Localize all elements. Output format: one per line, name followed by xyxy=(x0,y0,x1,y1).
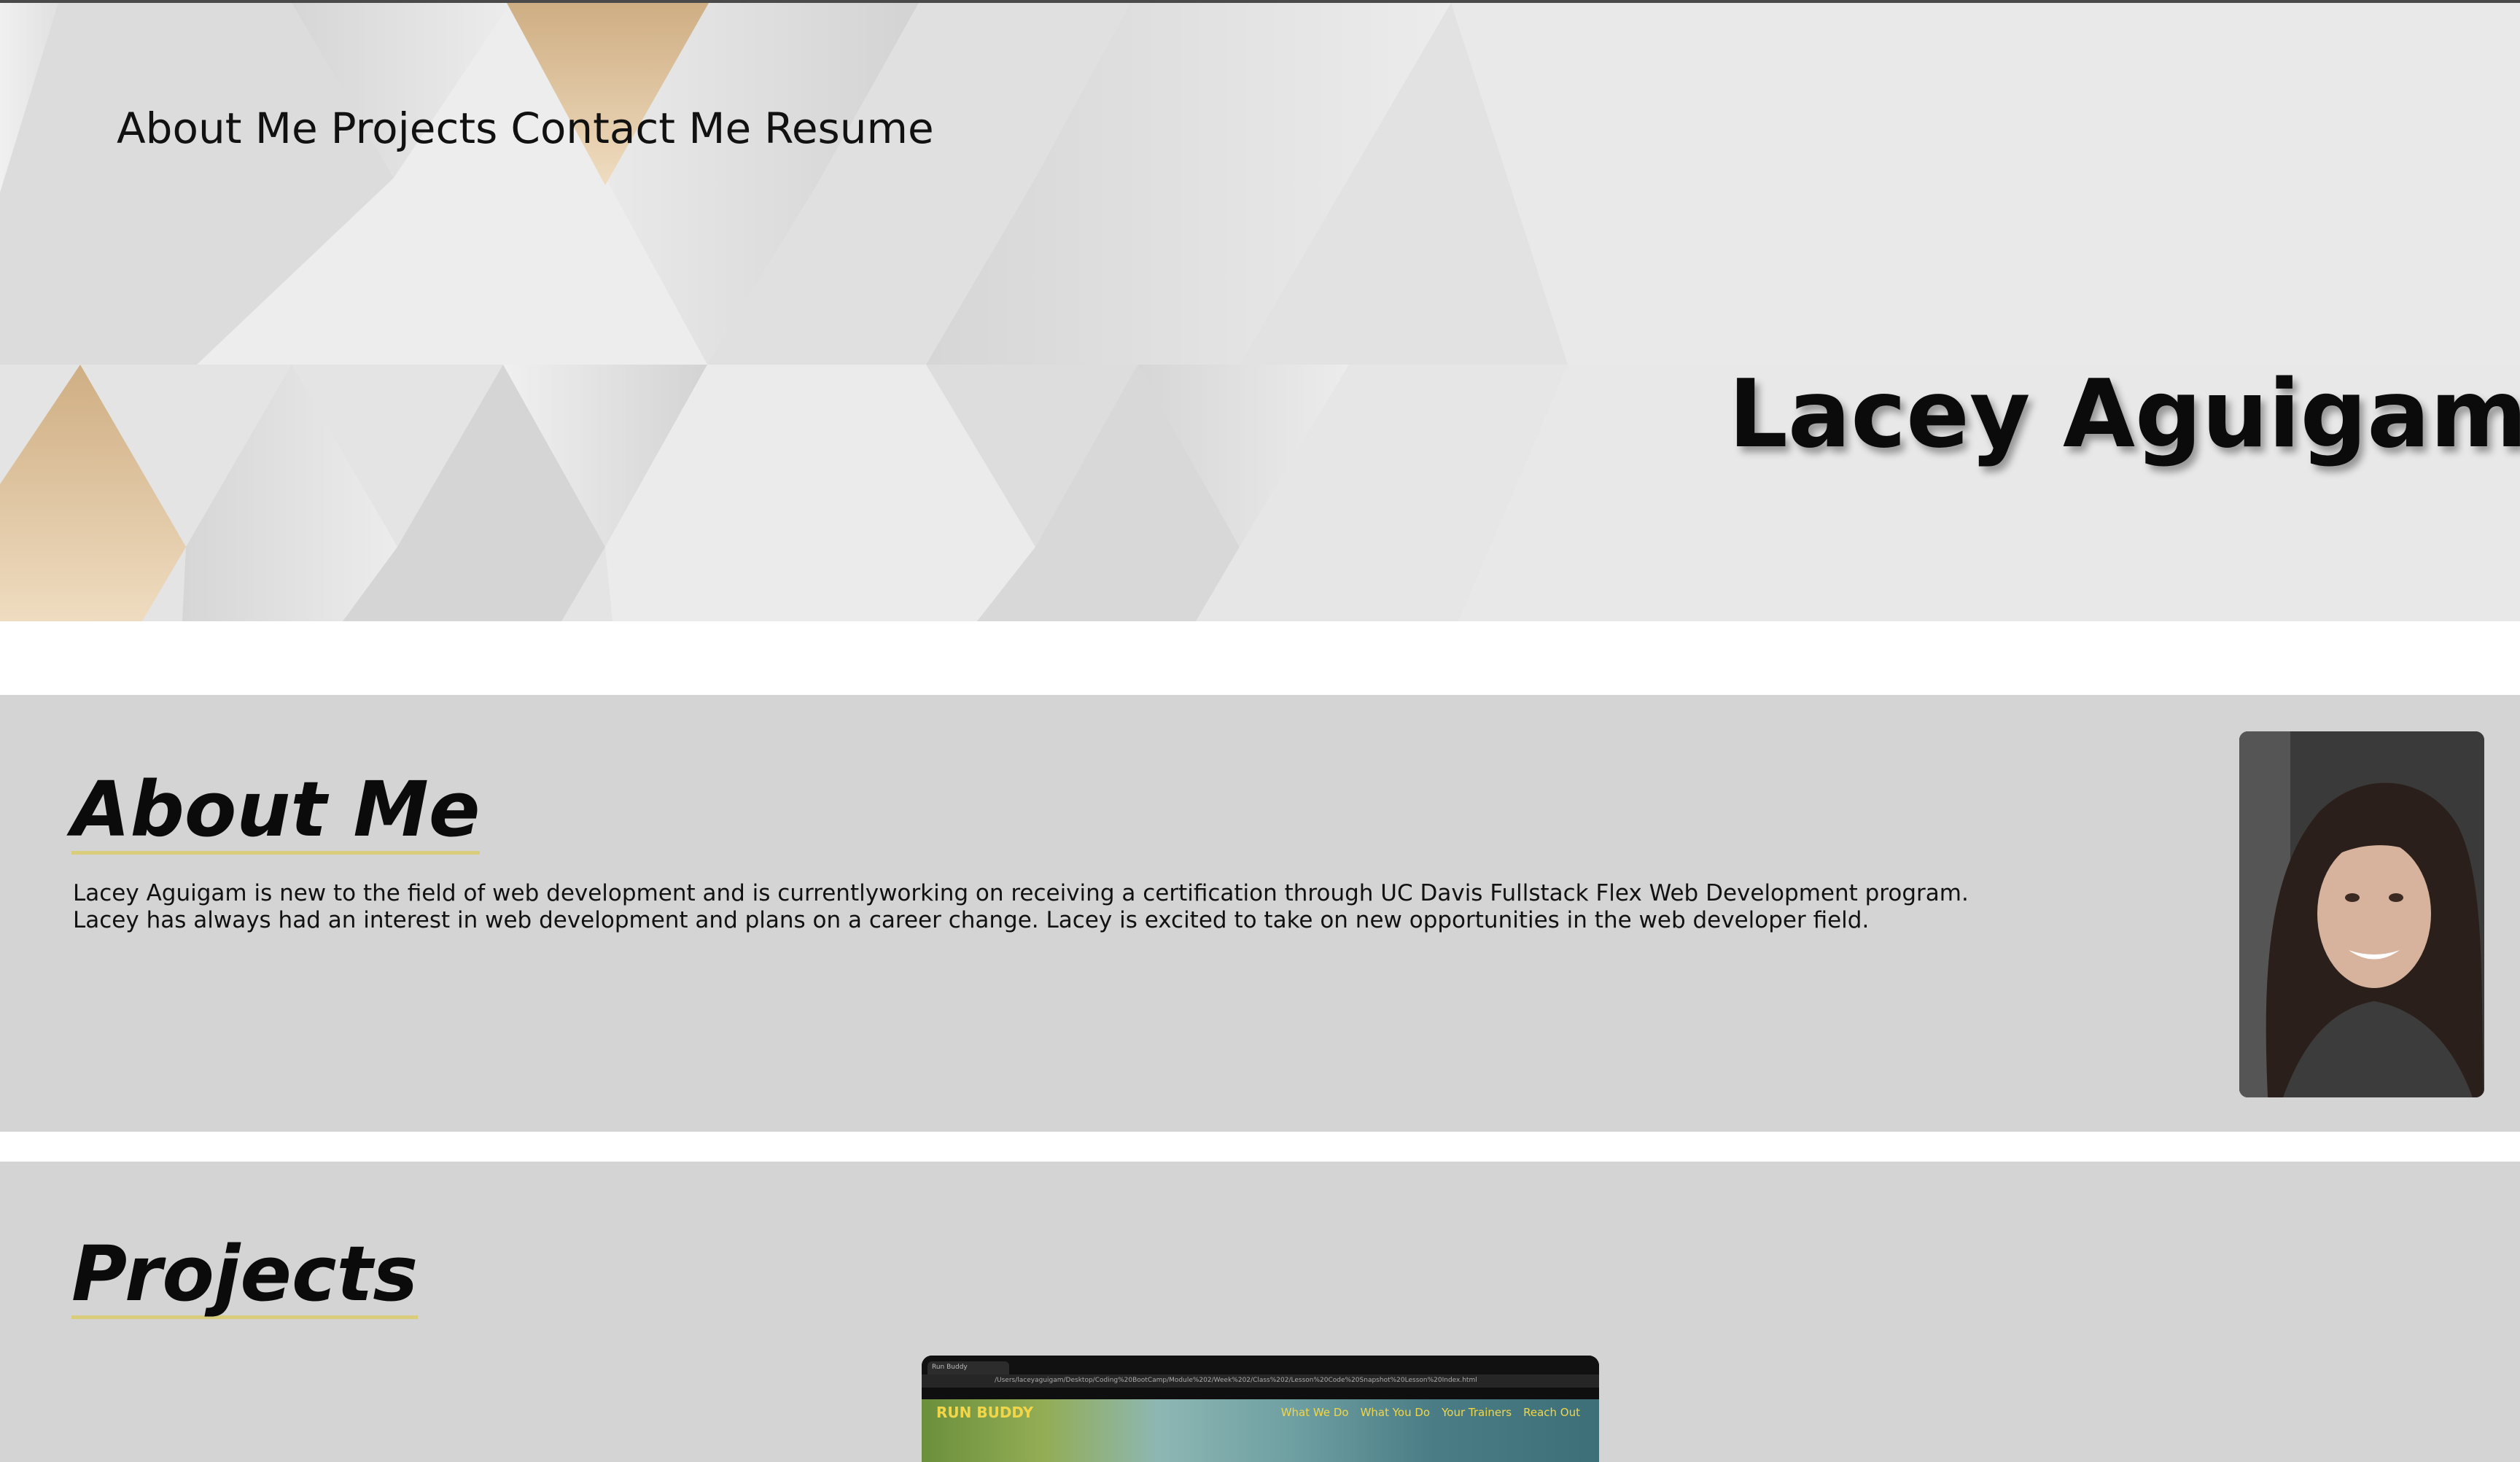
project-screenshot: RUN BUDDY What We Do What You Do Your Tr… xyxy=(922,1399,1599,1462)
project-nav-item: What You Do xyxy=(1360,1406,1431,1419)
hero-header: About Me Projects Contact Me Resume Lace… xyxy=(0,3,2520,621)
geometric-background xyxy=(0,3,2520,621)
project-card-run-buddy[interactable]: Run Buddy /Users/laceyaguigam/Desktop/Co… xyxy=(922,1356,1599,1462)
project-nav-item: Your Trainers xyxy=(1442,1406,1512,1419)
browser-url-bar: /Users/laceyaguigam/Desktop/Coding%20Boo… xyxy=(922,1374,1599,1388)
project-nav-item: What We Do xyxy=(1280,1406,1349,1419)
browser-tab-bar: Run Buddy xyxy=(922,1356,1599,1374)
browser-tab: Run Buddy xyxy=(928,1361,1009,1374)
nav-link-projects[interactable]: Projects xyxy=(331,104,498,153)
about-me-section: About Me Lacey Aguigam is new to the fie… xyxy=(0,695,2520,1132)
nav-link-contact-me[interactable]: Contact Me xyxy=(510,104,751,153)
projects-section: Projects Run Buddy /Users/laceyaguigam/D… xyxy=(0,1162,2520,1462)
nav-link-about-me[interactable]: About Me xyxy=(117,104,318,153)
profile-photo xyxy=(2239,731,2484,1097)
nav-link-resume[interactable]: Resume xyxy=(764,104,934,153)
portrait-image xyxy=(2239,731,2484,1097)
hero-name-heading: Lacey Aguigam xyxy=(1728,360,2520,469)
projects-title: Projects xyxy=(71,1229,419,1320)
project-nav-item: Reach Out xyxy=(1523,1406,1580,1419)
main-nav: About Me Projects Contact Me Resume xyxy=(117,104,934,153)
about-me-line-2: Lacey has always had an interest in web … xyxy=(73,907,1870,933)
about-me-title: About Me xyxy=(71,765,481,855)
about-me-text: Lacey Aguigam is new to the field of web… xyxy=(73,880,1969,934)
project-nav: What We Do What You Do Your Trainers Rea… xyxy=(1281,1406,1580,1419)
about-me-line-1: Lacey Aguigam is new to the field of web… xyxy=(73,880,1969,906)
project-brand: RUN BUDDY xyxy=(936,1404,1034,1421)
